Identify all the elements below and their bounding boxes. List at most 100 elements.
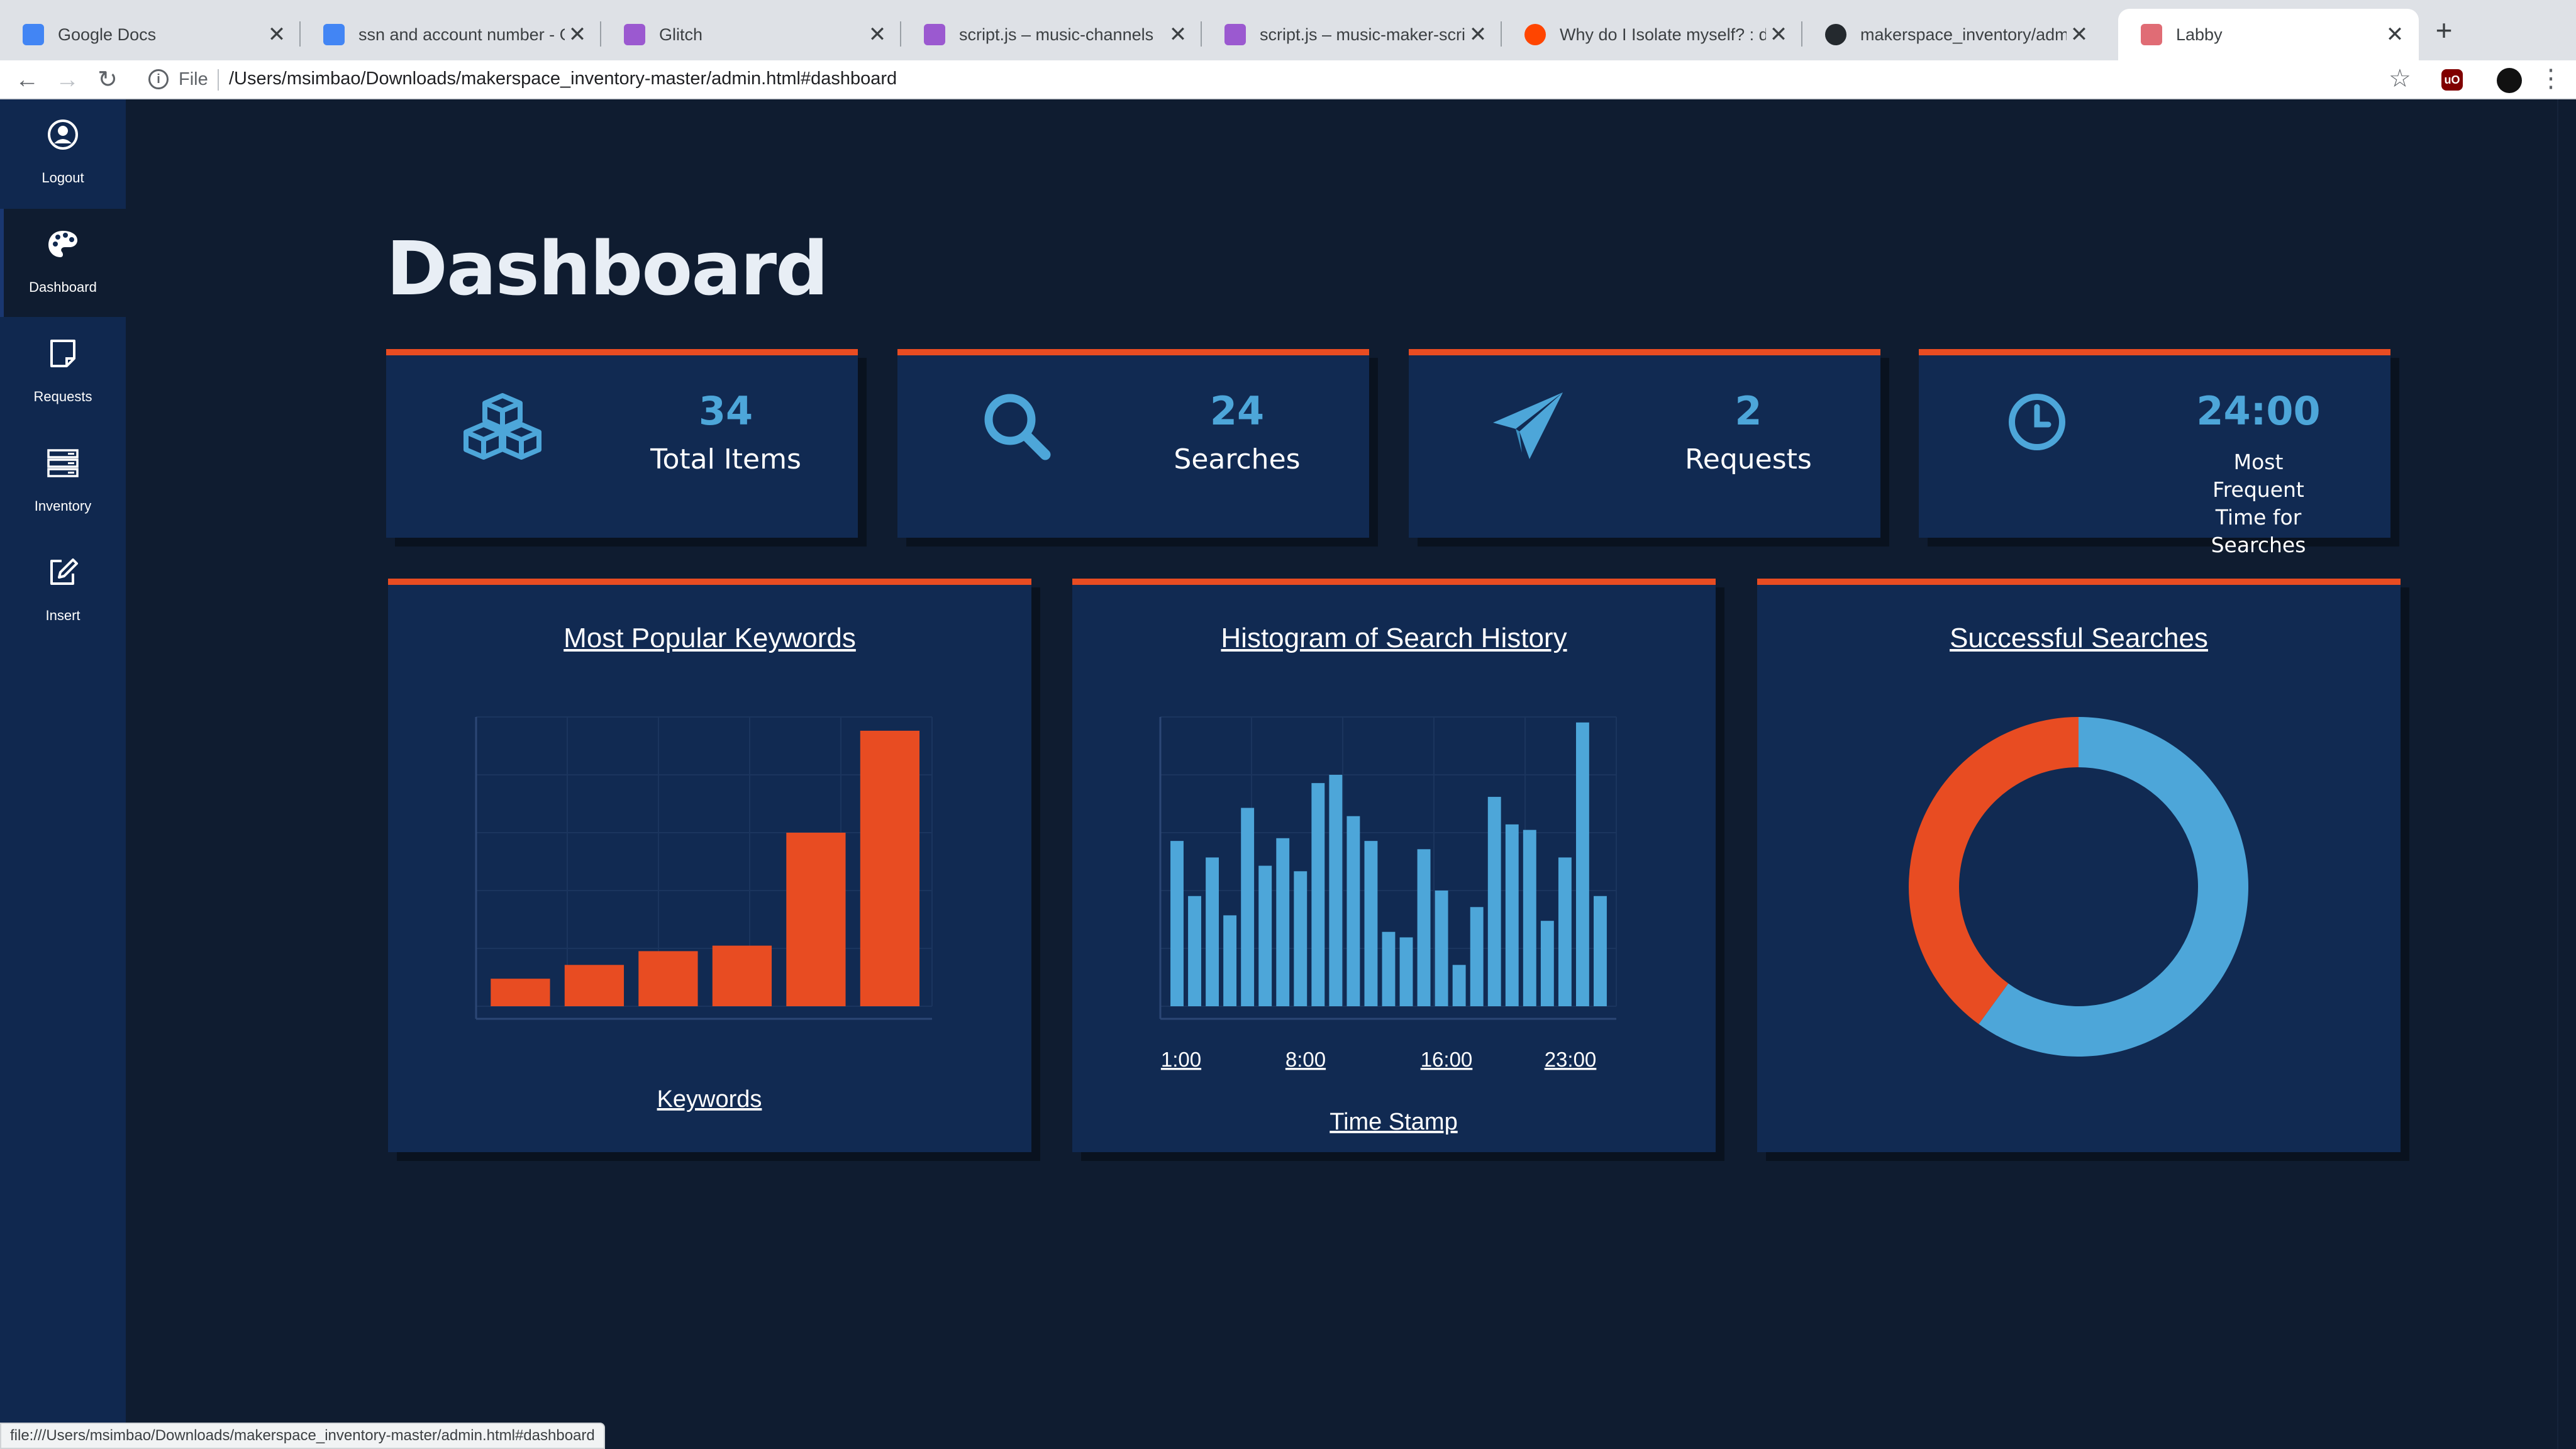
bar — [1329, 775, 1343, 1006]
user-icon — [48, 119, 78, 150]
tab-title: Glitch — [659, 25, 703, 44]
bar — [1241, 808, 1255, 1006]
browser-tab[interactable]: Glitch ✕ — [601, 9, 901, 60]
bar — [1223, 915, 1237, 1006]
sidebar-item-label: Requests — [33, 389, 92, 404]
tab-title: ssn and account number - Goo — [358, 25, 565, 44]
edit-icon — [50, 558, 78, 585]
glitch-icon — [924, 24, 945, 45]
bar — [1346, 816, 1360, 1006]
bar — [1558, 857, 1572, 1006]
sidebar-item-logout[interactable]: Logout — [0, 99, 126, 208]
sidebar-item-label: Dashboard — [29, 279, 97, 295]
tab-title: Labby — [2176, 25, 2223, 44]
glitch-icon — [624, 24, 645, 45]
browser-tab[interactable]: script.js – music-maker-scribb ✕ — [1202, 9, 1502, 60]
reload-icon[interactable]: ↻ — [92, 64, 123, 96]
bar — [1364, 841, 1378, 1006]
chart-card-keywords: Most Popular Keywords Keywords — [388, 579, 1031, 1152]
stat-value: 24 — [1209, 388, 1265, 434]
bar — [491, 979, 550, 1006]
browser-tab[interactable]: script.js – music-channels ✕ — [901, 9, 1202, 60]
browser-menu-icon[interactable]: ⋮ — [2538, 64, 2563, 93]
close-tab-icon[interactable]: ✕ — [2382, 22, 2407, 47]
bar — [1188, 896, 1201, 1006]
bar — [1399, 937, 1413, 1006]
sidebar-item-requests[interactable]: Requests — [0, 318, 126, 426]
sidebar-item-inventory[interactable]: Inventory — [0, 428, 126, 536]
stat-card-requests: 2 Requests — [1409, 349, 1880, 538]
close-tab-icon[interactable]: ✕ — [865, 22, 890, 47]
app-viewport: Logout Dashboard Requests Inventory Inse… — [0, 99, 2576, 1449]
x-tick-label: 1:00 — [1161, 1048, 1201, 1071]
successful-searches-donut — [1909, 717, 2248, 1057]
chart-card-histogram: Histogram of Search History 1:00 8:00 16:0… — [1072, 579, 1716, 1152]
tab-title: Why do I Isolate myself? : depr — [1560, 25, 1766, 44]
bar — [1594, 896, 1607, 1006]
ublock-extension-icon[interactable]: uO — [2441, 69, 2463, 91]
cubes-icon — [464, 393, 541, 460]
bar — [1505, 824, 1519, 1006]
chart-card-successful-searches: Successful Searches — [1757, 579, 2401, 1152]
bar — [1470, 907, 1484, 1006]
sticky-note-icon — [50, 340, 75, 367]
github-icon — [1825, 24, 1846, 45]
browser-tab[interactable]: Labby ✕ — [2118, 9, 2419, 60]
bar — [1487, 797, 1501, 1006]
stat-label: Requests — [1685, 443, 1812, 475]
donut-slice — [1909, 717, 2079, 1024]
forward-icon[interactable]: → — [52, 64, 83, 96]
bar — [1294, 871, 1307, 1006]
stat-value: 2 — [1735, 388, 1762, 434]
close-tab-icon[interactable]: ✕ — [2067, 22, 2092, 47]
address-bar[interactable]: /Users/msimbao/Downloads/makerspace_inve… — [229, 69, 897, 89]
sidebar-item-insert[interactable]: Insert — [0, 537, 126, 645]
x-axis-label: Time Stamp — [1330, 1109, 1457, 1135]
bar — [860, 730, 920, 1006]
browser-tab[interactable]: makerspace_inventory/admin.j✕ — [1802, 9, 2103, 60]
page-scrollbar[interactable] — [2557, 99, 2576, 1449]
paper-plane-icon — [1493, 392, 1563, 459]
stat-label: Total Items — [650, 443, 801, 475]
glitch-icon — [1224, 24, 1246, 45]
browser-tab-strip: Google Docs✕ssn and account number - Goo… — [0, 0, 2576, 60]
browser-tab[interactable]: Why do I Isolate myself? : depr✕ — [1502, 9, 1802, 60]
x-axis-label: Keywords — [657, 1086, 762, 1113]
labby-icon — [2141, 24, 2162, 45]
bar — [712, 945, 772, 1006]
sidebar: Logout Dashboard Requests Inventory Inse… — [0, 99, 126, 1449]
browser-tab[interactable]: Google Docs ✕ — [0, 9, 301, 60]
tab-title: makerspace_inventory/admin.j — [1860, 25, 2067, 44]
sidebar-item-label: Inventory — [34, 498, 92, 514]
extension-icon[interactable] — [2497, 68, 2522, 93]
stat-label: Searches — [1174, 443, 1301, 475]
new-tab-button[interactable]: + — [2426, 13, 2462, 48]
close-tab-icon[interactable]: ✕ — [1165, 22, 1191, 47]
bar — [1435, 891, 1448, 1006]
close-tab-icon[interactable]: ✕ — [565, 22, 590, 47]
bar — [1311, 783, 1325, 1006]
stat-value: 24:00 — [2196, 388, 2321, 434]
bar — [1452, 965, 1466, 1006]
back-icon[interactable]: ← — [11, 64, 43, 96]
bar — [1258, 865, 1272, 1006]
status-bar-url: file:///Users/msimbao/Downloads/makerspa… — [0, 1423, 605, 1449]
clock-icon — [2009, 394, 2065, 450]
browser-tab[interactable]: ssn and account number - Goo✕ — [301, 9, 601, 60]
google-docs-icon — [23, 24, 44, 45]
sidebar-item-dashboard[interactable]: Dashboard — [0, 209, 126, 317]
sidebar-item-label: Logout — [42, 170, 84, 186]
bar — [1523, 830, 1536, 1006]
server-icon — [47, 449, 79, 477]
keywords-bar-chart: Keywords — [475, 716, 933, 1113]
close-tab-icon[interactable]: ✕ — [1465, 22, 1491, 47]
stat-value: 34 — [698, 388, 753, 434]
page-title: Dashboard — [386, 225, 829, 312]
bar — [786, 833, 846, 1006]
site-info-icon[interactable]: i — [148, 69, 169, 89]
close-tab-icon[interactable]: ✕ — [264, 22, 289, 47]
bar — [564, 965, 625, 1006]
bookmark-star-icon[interactable]: ☆ — [2389, 64, 2411, 93]
x-tick-label: 16:00 — [1421, 1048, 1473, 1071]
close-tab-icon[interactable]: ✕ — [1766, 22, 1791, 47]
